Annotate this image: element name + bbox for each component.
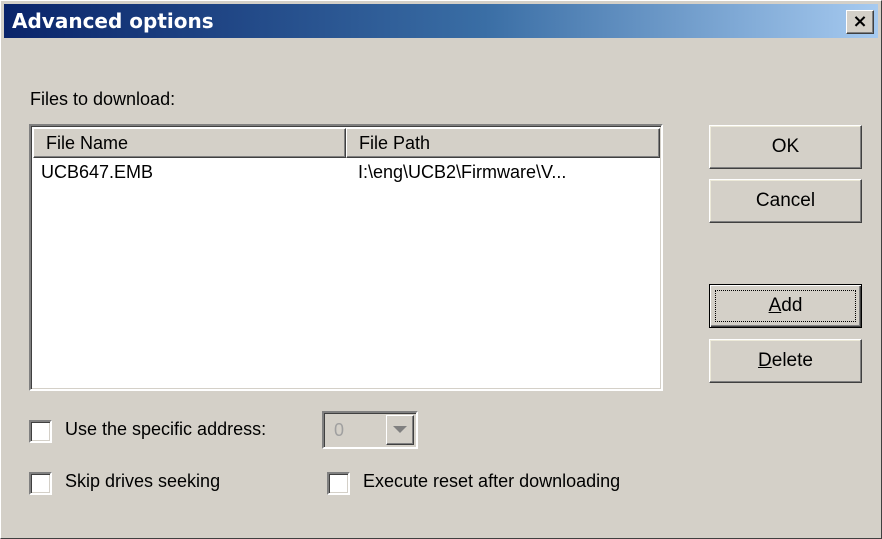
list-item[interactable]: UCB647.EMB I:\eng\UCB2\Firmware\V... [33,162,660,183]
specific-address-checkbox[interactable] [29,420,52,443]
skip-drives-checkbox[interactable] [29,472,52,495]
delete-button-label: Delete [758,350,813,371]
window-title: Advanced options [12,9,214,33]
close-icon: × [852,11,868,32]
chevron-down-icon [393,426,407,433]
cancel-button[interactable]: Cancel [709,179,862,223]
advanced-options-dialog: Advanced options × Files to download: Fi… [0,0,882,539]
files-list[interactable]: File Name File Path UCB647.EMB I:\eng\UC… [29,124,663,391]
file-name-cell: UCB647.EMB [41,162,154,182]
file-path-cell: I:\eng\UCB2\Firmware\V... [358,162,567,182]
add-button[interactable]: Add [709,284,862,328]
column-header-file-path[interactable]: File Path [346,128,660,158]
cancel-button-label: Cancel [755,190,816,211]
add-button-label: Add [768,295,803,316]
close-button[interactable]: × [846,10,874,34]
column-header-file-name[interactable]: File Name [33,128,346,158]
files-to-download-label: Files to download: [30,89,176,109]
combo-dropdown-button[interactable] [386,415,414,445]
specific-address-label: Use the specific address: [65,419,267,439]
skip-drives-label: Skip drives seeking [65,471,221,491]
title-bar: Advanced options × [4,4,878,38]
address-combo-value: 0 [334,420,345,440]
ok-button-label: OK [771,136,800,157]
list-header: File Name File Path [33,128,660,158]
delete-button[interactable]: Delete [709,339,862,383]
address-combo[interactable]: 0 [322,411,418,449]
ok-button[interactable]: OK [709,125,862,169]
execute-reset-checkbox[interactable] [327,472,350,495]
execute-reset-label: Execute reset after downloading [363,471,621,491]
